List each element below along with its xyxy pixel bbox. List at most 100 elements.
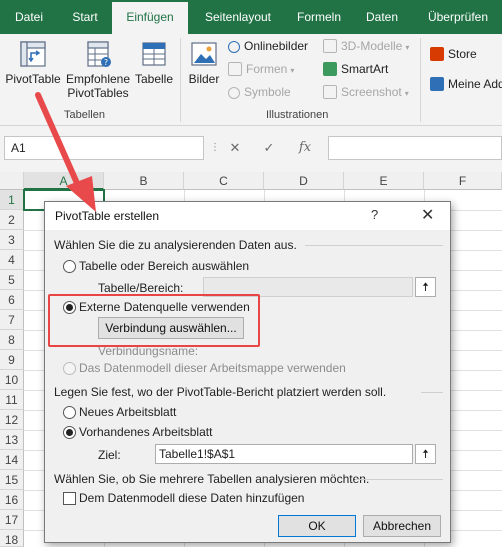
- table-button[interactable]: Tabelle: [132, 40, 176, 86]
- tab-start[interactable]: Start: [62, 0, 108, 34]
- formula-cancel-button[interactable]: ✕: [222, 136, 248, 160]
- my-addins-button[interactable]: Meine Add: [430, 74, 502, 94]
- radio-new-sheet[interactable]: [63, 406, 76, 419]
- column-header-b[interactable]: B: [104, 172, 184, 190]
- row-header[interactable]: 17: [0, 510, 24, 530]
- online-images-button[interactable]: Onlinebilder: [228, 36, 308, 56]
- section-data-source-heading: Wählen Sie die zu analysierenden Daten a…: [54, 238, 297, 252]
- column-header-f[interactable]: F: [424, 172, 502, 190]
- create-pivottable-dialog: PivotTable erstellen ? ✕ Wählen Sie die …: [44, 201, 451, 543]
- row-header[interactable]: 10: [0, 370, 24, 390]
- formula-input[interactable]: [328, 136, 502, 160]
- row-header[interactable]: 16: [0, 490, 24, 510]
- help-button[interactable]: ?: [371, 207, 378, 222]
- formula-bar: A1 ⋮ ✕ ✓ fx: [0, 126, 502, 172]
- pivottable-icon: [19, 40, 47, 68]
- row-header[interactable]: 8: [0, 330, 24, 350]
- radio-data-model[interactable]: [63, 362, 76, 375]
- tab-daten[interactable]: Daten: [356, 0, 408, 34]
- row-header[interactable]: 11: [0, 390, 24, 410]
- row-header[interactable]: 3: [0, 230, 24, 250]
- radio-existing-sheet[interactable]: [63, 426, 76, 439]
- target-input[interactable]: Tabelle1!$A$1: [155, 444, 413, 464]
- recommended-pivottables-button[interactable]: ? Empfohlene PivotTables: [64, 40, 132, 100]
- screenshot-label: Screenshot: [341, 85, 402, 99]
- column-header-a[interactable]: A: [24, 172, 104, 190]
- arrow-up-icon: 🠅: [422, 447, 429, 461]
- formula-bar-grip-icon: ⋮: [210, 142, 220, 153]
- row-header[interactable]: 4: [0, 250, 24, 270]
- ribbon-tab-bar: Datei Start Einfügen Seitenlayout Formel…: [0, 0, 502, 34]
- shapes-button[interactable]: Formen ▾: [228, 59, 294, 79]
- globe-icon: [228, 41, 240, 53]
- formula-confirm-button[interactable]: ✓: [256, 136, 282, 160]
- column-header-c[interactable]: C: [184, 172, 264, 190]
- cancel-button[interactable]: Abbrechen: [363, 515, 441, 537]
- group-separator: [180, 38, 181, 122]
- recommended-pivottables-label-line2: PivotTables: [67, 86, 129, 100]
- cube-icon: [323, 39, 337, 53]
- images-label: Bilder: [188, 72, 220, 86]
- table-label: Tabelle: [134, 72, 174, 86]
- pivottable-label: PivotTable: [5, 72, 61, 86]
- row-header[interactable]: 5: [0, 270, 24, 290]
- add-to-datamodel-label[interactable]: Dem Datenmodell diese Daten hinzufügen: [79, 491, 304, 505]
- online-images-label: Onlinebilder: [244, 39, 309, 53]
- tab-formeln[interactable]: Formeln: [290, 0, 348, 34]
- ok-button[interactable]: OK: [278, 515, 356, 537]
- smartart-icon: [323, 62, 337, 76]
- row-header[interactable]: 1: [0, 190, 24, 210]
- table-range-collapse-button[interactable]: 🠅: [415, 277, 436, 297]
- screenshot-button[interactable]: Screenshot ▾: [323, 82, 409, 102]
- group-separator: [420, 38, 421, 122]
- radio-new-sheet-label[interactable]: Neues Arbeitsblatt: [79, 405, 176, 419]
- radio-data-model-label[interactable]: Das Datenmodell dieser Arbeitsmappe verw…: [79, 361, 346, 375]
- row-header[interactable]: 14: [0, 450, 24, 470]
- radio-existing-sheet-label[interactable]: Vorhandenes Arbeitsblatt: [79, 425, 212, 439]
- name-box[interactable]: A1: [4, 136, 204, 160]
- row-header[interactable]: 6: [0, 290, 24, 310]
- row-header[interactable]: 12: [0, 410, 24, 430]
- radio-table-or-range-label[interactable]: Tabelle oder Bereich auswählen: [79, 259, 249, 273]
- ribbon-panel: PivotTable ? Empfohlene PivotTables Tabe…: [0, 34, 502, 126]
- row-header[interactable]: 7: [0, 310, 24, 330]
- row-header[interactable]: 13: [0, 430, 24, 450]
- tab-datei[interactable]: Datei: [6, 0, 52, 34]
- my-addins-label: Meine Add: [448, 77, 502, 91]
- symbols-button[interactable]: Symbole: [228, 82, 291, 102]
- illustrations-group-label: Illustrationen: [266, 109, 329, 121]
- images-button[interactable]: Bilder: [184, 40, 224, 86]
- tab-ueberpruefen[interactable]: Überprüfen: [418, 0, 498, 34]
- column-header-d[interactable]: D: [264, 172, 344, 190]
- select-all-corner[interactable]: [0, 172, 24, 190]
- target-collapse-button[interactable]: 🠅: [415, 444, 436, 464]
- shapes-label: Formen: [246, 62, 288, 76]
- row-header[interactable]: 9: [0, 350, 24, 370]
- store-button[interactable]: Store: [430, 44, 477, 64]
- chevron-down-icon: ▾: [405, 43, 410, 52]
- tab-seitenlayout[interactable]: Seitenlayout: [196, 0, 280, 34]
- tables-group-label: Tabellen: [64, 109, 105, 121]
- row-header[interactable]: 15: [0, 470, 24, 490]
- section-divider: [305, 245, 443, 246]
- row-header[interactable]: 2: [0, 210, 24, 230]
- pivottable-button[interactable]: PivotTable: [2, 40, 64, 86]
- 3d-models-button[interactable]: 3D-Modelle ▾: [323, 36, 409, 56]
- tab-einfuegen[interactable]: Einfügen: [112, 2, 188, 34]
- recommended-pivottables-icon: ?: [84, 40, 112, 68]
- column-header-e[interactable]: E: [344, 172, 424, 190]
- smartart-button[interactable]: SmartArt: [323, 59, 388, 79]
- section-multiple-tables-heading: Wählen Sie, ob Sie mehrere Tabellen anal…: [54, 472, 370, 486]
- shapes-icon: [228, 62, 242, 76]
- insert-function-button[interactable]: fx: [292, 136, 318, 160]
- table-range-label: Tabelle/Bereich:: [98, 281, 184, 295]
- 3d-models-label: 3D-Modelle: [341, 39, 403, 53]
- dialog-titlebar: PivotTable erstellen ? ✕: [45, 202, 450, 230]
- target-label: Ziel:: [98, 448, 121, 462]
- add-to-datamodel-checkbox[interactable]: [63, 492, 76, 505]
- row-header[interactable]: 18: [0, 530, 24, 547]
- radio-table-or-range[interactable]: [63, 260, 76, 273]
- close-button[interactable]: ✕: [421, 205, 434, 225]
- svg-text:?: ?: [104, 58, 108, 67]
- symbols-icon: [228, 87, 240, 99]
